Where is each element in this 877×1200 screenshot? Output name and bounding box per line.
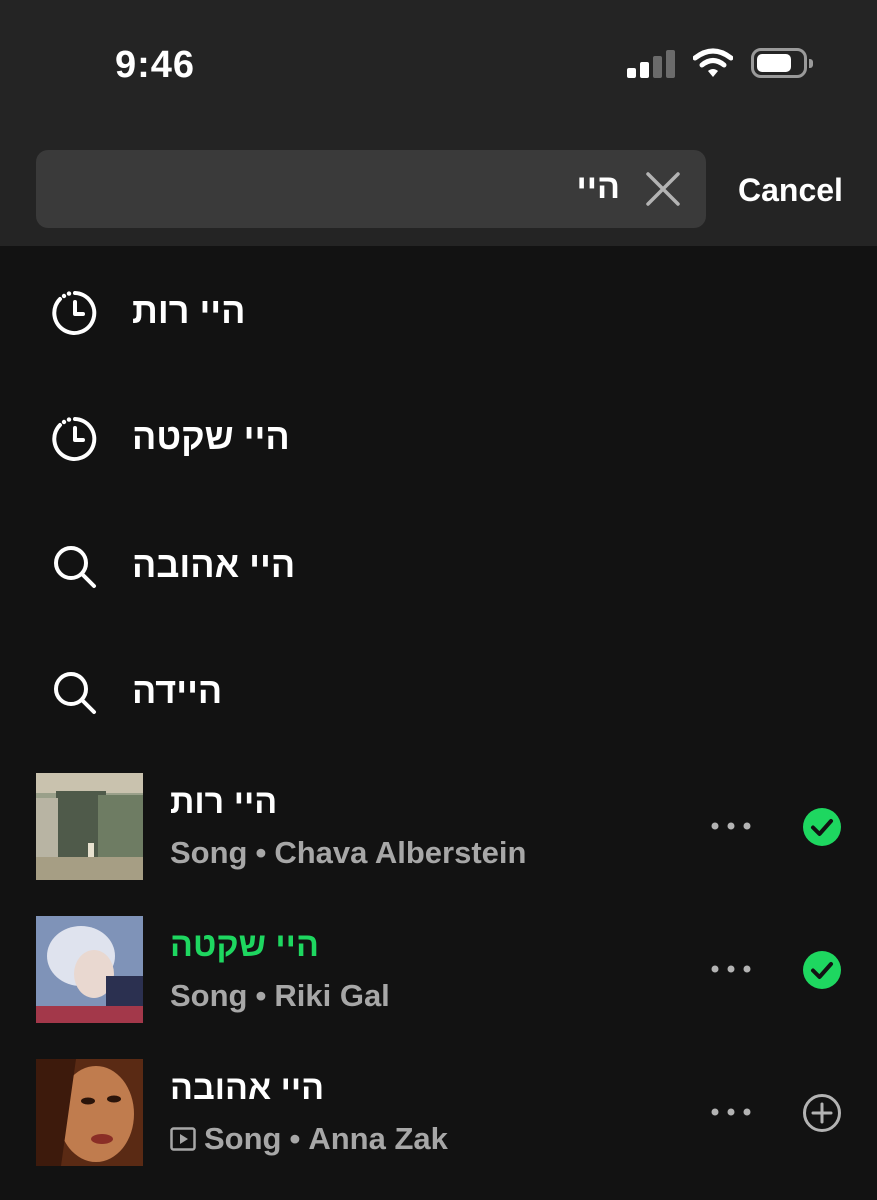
search-query-text: היי [576,168,621,206]
separator: • [289,1121,301,1156]
track-artist: Riki Gal [274,978,390,1013]
track-title: היי אהובה [170,1069,325,1107]
battery-icon [751,48,813,78]
top-bar: 9:46 היי Cancel [0,0,877,246]
suggestion-item[interactable]: היי רות [0,272,877,352]
suggestion-label: היי שקטה [132,416,290,457]
status-icons [627,48,813,78]
wifi-icon [693,48,733,77]
search-icon [54,672,96,714]
search-icon [54,546,96,588]
clear-search-icon[interactable] [644,170,682,208]
track-row[interactable]: היי אהובה Song • Anna Zak [0,1059,877,1169]
track-subtitle: Song • Anna Zak [170,1121,448,1157]
track-title: היי שקטה [170,926,319,964]
track-row[interactable]: היי רות Song • Chava Alberstein [0,773,877,883]
suggestion-item[interactable]: היי שקטה [0,398,877,478]
track-row[interactable]: היי שקטה Song • Riki Gal [0,916,877,1026]
suggestion-label: היי רות [132,290,246,331]
track-type: Song [170,978,248,1013]
track-type: Song [204,1121,282,1156]
add-to-library-icon[interactable] [802,1093,842,1133]
album-art [36,773,143,880]
track-subtitle: Song • Riki Gal [170,978,390,1014]
separator: • [255,835,267,870]
suggestion-item[interactable]: היידה [0,652,877,732]
album-art [36,916,143,1023]
more-options-icon[interactable] [708,954,754,984]
track-artist: Chava Alberstein [274,835,527,870]
suggestion-item[interactable]: היי אהובה [0,526,877,606]
history-icon [52,417,97,461]
cancel-button[interactable]: Cancel [738,172,843,209]
added-check-icon[interactable] [802,807,842,847]
video-icon [170,1127,196,1151]
track-title: היי רות [170,783,278,821]
track-type: Song [170,835,248,870]
search-input[interactable]: היי [36,150,706,228]
suggestion-label: היי אהובה [132,544,296,585]
suggestion-label: היידה [132,670,223,711]
history-icon [52,291,97,335]
album-art [36,1059,143,1166]
cellular-signal-icon [627,48,675,78]
status-time: 9:46 [115,44,196,86]
track-subtitle: Song • Chava Alberstein [170,835,526,871]
added-check-icon[interactable] [802,950,842,990]
separator: • [255,978,267,1013]
more-options-icon[interactable] [708,811,754,841]
more-options-icon[interactable] [708,1097,754,1127]
track-artist: Anna Zak [308,1121,448,1156]
